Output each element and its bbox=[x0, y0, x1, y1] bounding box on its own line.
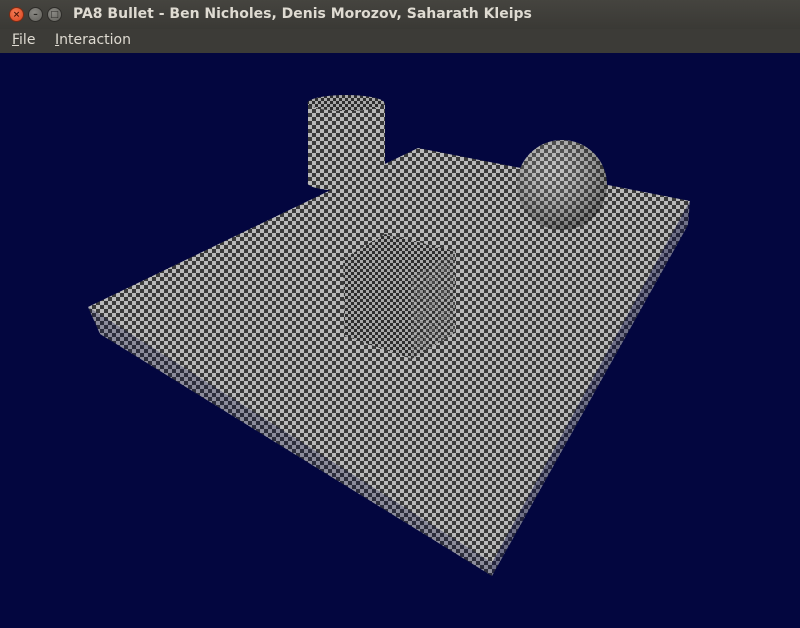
window-title: PA8 Bullet - Ben Nicholes, Denis Morozov… bbox=[73, 6, 532, 22]
menu-file-mnemonic: F bbox=[12, 32, 20, 48]
opengl-viewport[interactable] bbox=[0, 53, 800, 628]
menu-bar: File Interaction bbox=[0, 29, 800, 53]
cube bbox=[343, 234, 455, 359]
cylinder-body bbox=[308, 103, 385, 183]
sphere bbox=[517, 140, 607, 230]
menu-file[interactable]: File bbox=[12, 32, 35, 48]
cylinder-bottom bbox=[307, 175, 385, 191]
sphere-shading bbox=[517, 140, 607, 230]
maximize-icon[interactable]: □ bbox=[47, 7, 62, 22]
menu-interaction-label: nteraction bbox=[59, 32, 131, 48]
cylinder bbox=[307, 95, 385, 191]
close-icon[interactable]: × bbox=[9, 7, 24, 22]
cylinder-top bbox=[307, 95, 385, 111]
menu-interaction[interactable]: Interaction bbox=[55, 32, 131, 48]
title-bar: × – □ PA8 Bullet - Ben Nicholes, Denis M… bbox=[0, 0, 800, 29]
minimize-icon[interactable]: – bbox=[28, 7, 43, 22]
menu-file-label: ile bbox=[19, 32, 36, 48]
